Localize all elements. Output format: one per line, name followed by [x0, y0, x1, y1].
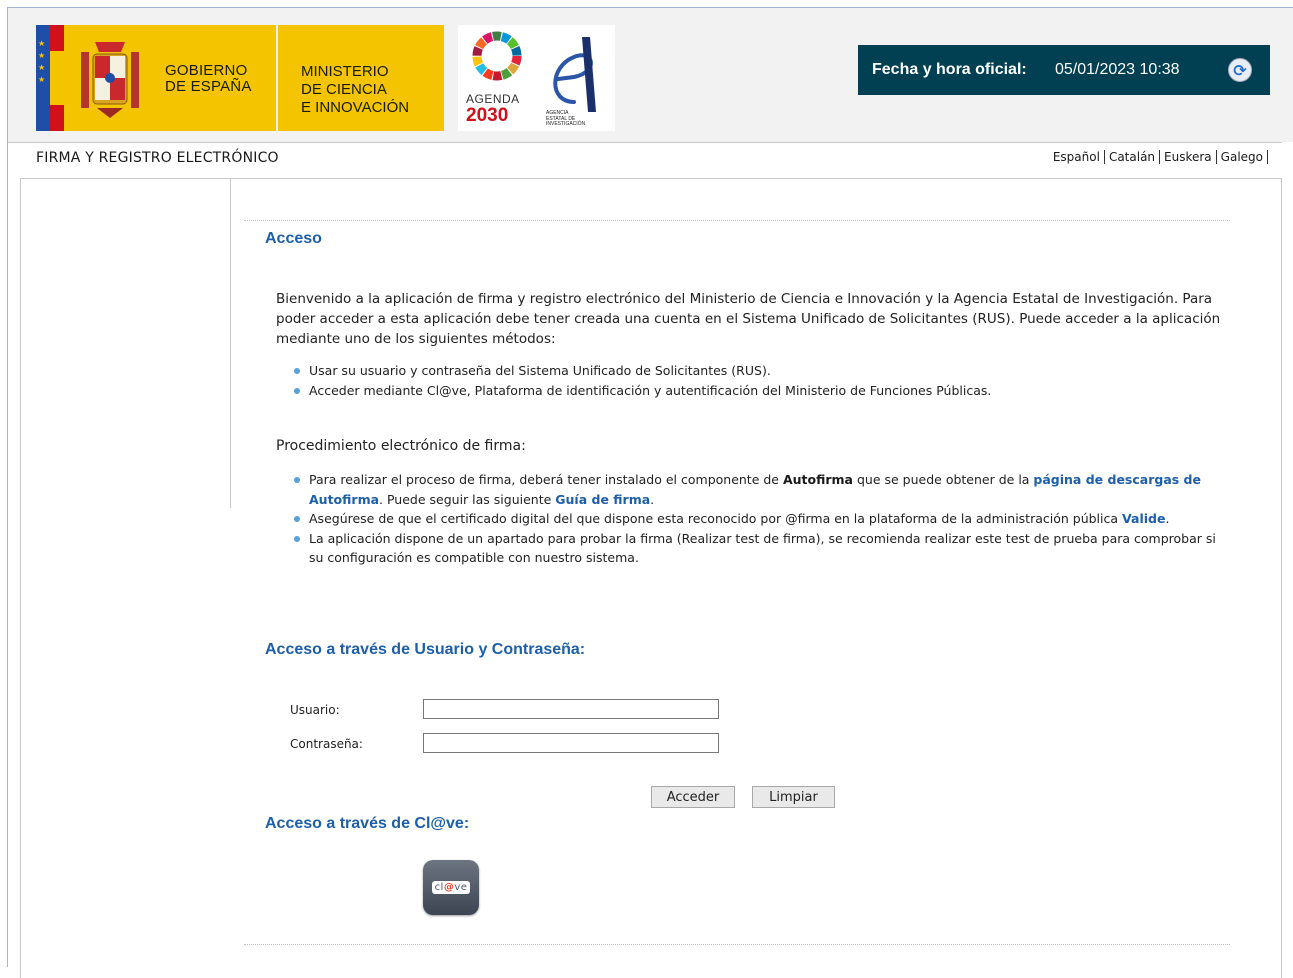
bullet-icon [294, 516, 300, 522]
bullet-icon [294, 535, 300, 542]
signature-guide-link[interactable]: Guía de firma [555, 492, 650, 507]
lang-es[interactable]: Español [1048, 150, 1105, 164]
agenda-year: 2030 [466, 105, 509, 126]
gobierno-text: GOBIERNO DE ESPAÑA [165, 62, 252, 95]
bullet-icon [294, 368, 300, 374]
list-item: Usar su usuario y contraseña del Sistema… [292, 361, 991, 381]
password-label: Contraseña: [290, 737, 363, 751]
bottom-dotted-rule [244, 944, 1230, 945]
procedure-list: Para realizar el proceso de firma, deber… [292, 470, 1222, 568]
lang-eu[interactable]: Euskera [1160, 150, 1217, 164]
app-title: FIRMA Y REGISTRO ELECTRÓNICO [36, 150, 279, 166]
aei-text: AGENCIA ESTATAL DE INVESTIGACIÓN [546, 110, 586, 127]
refresh-icon[interactable]: ⟳ [1228, 58, 1252, 82]
agenda-label: AGENDA [466, 92, 520, 106]
intro-paragraph: Bienvenido a la aplicación de firma y re… [276, 291, 1221, 347]
sidebar-divider [230, 178, 231, 508]
coat-of-arms-icon [81, 42, 139, 118]
date-label: Fecha y hora oficial: [872, 61, 1027, 78]
list-item: Acceder mediante Cl@ve, Plataforma de id… [292, 381, 991, 401]
eu-stars-icon: ★ ★ ★ ★ [38, 39, 46, 84]
clave-logo-icon: cl@ve [431, 881, 471, 894]
procedure-heading: Procedimiento electrónico de firma: [276, 438, 526, 454]
valide-link[interactable]: Valide [1122, 511, 1165, 526]
language-selector: Español Catalán Euskera Galego [1048, 150, 1268, 164]
section-heading-acceso: Acceso [265, 230, 322, 247]
spain-flag [50, 25, 64, 131]
section-heading-login: Acceso a través de Usuario y Contraseña: [265, 641, 586, 658]
password-input[interactable] [423, 733, 719, 753]
access-methods-list: Usar su usuario y contraseña del Sistema… [292, 361, 991, 400]
list-item: La aplicación dispone de un apartado par… [292, 529, 1222, 568]
username-label: Usuario: [290, 703, 340, 717]
top-dotted-rule [244, 220, 1230, 221]
aei-logo-icon [553, 37, 596, 112]
agenda-2030-logo: AGENDA 2030 AGENCIA ESTATAL DE INVESTIGA… [458, 25, 615, 131]
date-value: 05/01/2023 10:38 [1055, 61, 1180, 78]
clave-login-button[interactable]: cl@ve [423, 860, 479, 915]
official-date-box: Fecha y hora oficial: 05/01/2023 10:38 [858, 45, 1270, 95]
list-item: Para realizar el proceso de firma, deber… [292, 470, 1222, 509]
bullet-icon [294, 477, 300, 483]
bullet-icon [294, 387, 300, 394]
list-item: Asegúrese de que el certificado digital … [292, 509, 1222, 529]
section-heading-clave: Acceso a través de Cl@ve: [265, 815, 470, 832]
submit-button[interactable]: Acceder [651, 786, 735, 808]
username-input[interactable] [423, 699, 719, 719]
ministerio-text: MINISTERIO DE CIENCIA E INNOVACIÓN [301, 63, 410, 116]
lang-gl[interactable]: Galego [1216, 150, 1268, 164]
lang-ca[interactable]: Catalán [1104, 150, 1161, 164]
header-divider [8, 142, 1282, 143]
sdg-wheel-icon [472, 31, 522, 81]
clear-button[interactable]: Limpiar [752, 786, 835, 808]
